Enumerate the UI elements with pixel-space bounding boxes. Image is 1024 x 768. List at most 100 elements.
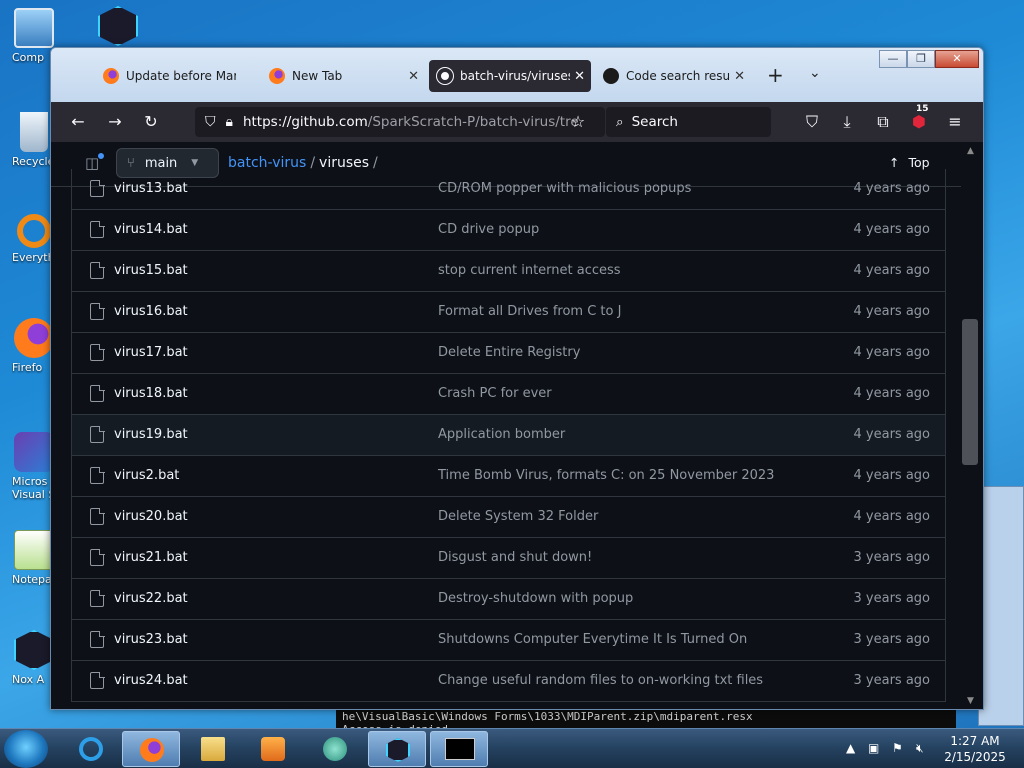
close-tab-icon[interactable]: ✕ <box>408 69 419 84</box>
top-button[interactable]: ↑ Top <box>889 155 930 170</box>
file-name-link[interactable]: virus15.bat <box>114 263 188 278</box>
url-bar[interactable]: ⛉ 🔒︎ https://github.com /SparkScratch-P/… <box>195 107 605 137</box>
file-name-link[interactable]: virus21.bat <box>114 550 188 565</box>
downloads-icon[interactable]: ⤓ <box>835 110 859 134</box>
commit-message-link[interactable]: Format all Drives from C to J <box>438 304 621 319</box>
background-window[interactable] <box>978 486 1024 726</box>
file-row[interactable]: virus22.bat Destroy-shutdown with popup 3 … <box>72 579 945 620</box>
close-tab-icon[interactable]: ✕ <box>734 69 745 84</box>
file-icon <box>90 507 105 525</box>
taskbar-internet-explorer[interactable] <box>62 731 120 767</box>
commit-message-link[interactable]: Change useful random files to on-working… <box>438 673 763 688</box>
file-row[interactable]: virus20.bat Delete System 32 Folder 4 year… <box>72 497 945 538</box>
commit-message-link[interactable]: CD drive popup <box>438 222 539 237</box>
desktop-icon-nox-top[interactable] <box>88 6 148 49</box>
commit-message-link[interactable]: Time Bomb Virus, formats C: on 25 Novemb… <box>438 468 774 483</box>
search-placeholder: Search <box>631 114 678 130</box>
extensions-icon[interactable]: ⧉ <box>871 110 895 134</box>
minimize-button[interactable]: — <box>879 50 907 68</box>
reload-button[interactable]: ↻ <box>139 110 163 134</box>
flag-icon[interactable]: ⚑ <box>892 741 903 755</box>
commit-message-link[interactable]: stop current internet access <box>438 263 621 278</box>
commit-message-link[interactable]: Shutdowns Computer Everytime It Is Turne… <box>438 632 747 647</box>
file-row[interactable]: virus2.bat Time Bomb Virus, formats C: on… <box>72 456 945 497</box>
tab-update-before[interactable]: Update before Marc <box>95 60 257 92</box>
computer-icon <box>14 8 54 48</box>
notepad-icon <box>14 530 54 570</box>
tab-code-search[interactable]: Code search results ✕ <box>595 60 751 92</box>
file-name-link[interactable]: virus24.bat <box>114 673 188 688</box>
file-name-link[interactable]: virus19.bat <box>114 427 188 442</box>
scroll-down-arrow[interactable]: ▼ <box>967 696 974 706</box>
commit-message-link[interactable]: Delete Entire Registry <box>438 345 580 360</box>
file-row[interactable]: virus13.bat CD/ROM popper with malicious … <box>72 169 945 210</box>
vertical-scrollbar[interactable]: ▲ ▼ <box>961 142 983 709</box>
taskbar-app[interactable] <box>306 731 364 767</box>
close-tab-icon[interactable]: ✕ <box>574 69 585 84</box>
file-row[interactable]: virus24.bat Change useful random files to… <box>72 661 945 702</box>
scroll-up-arrow[interactable]: ▲ <box>967 146 974 156</box>
file-name-link[interactable]: virus14.bat <box>114 222 188 237</box>
file-row[interactable]: virus19.bat Application bomber 4 years ago <box>72 415 945 456</box>
file-row[interactable]: virus23.bat Shutdowns Computer Everytime … <box>72 620 945 661</box>
arrow-up-icon: ↑ <box>889 155 900 170</box>
firefox-window: — ❐ ✕ Update before Marc New Tab ✕ batch… <box>50 47 984 710</box>
taskbar-firefox[interactable] <box>122 731 180 767</box>
commit-message-link[interactable]: Disgust and shut down! <box>438 550 592 565</box>
file-name-link[interactable]: virus20.bat <box>114 509 188 524</box>
file-name-link[interactable]: virus23.bat <box>114 632 188 647</box>
bookmark-star-icon[interactable]: ☆ <box>566 110 590 134</box>
scrollbar-thumb[interactable] <box>962 319 978 465</box>
commit-message-link[interactable]: Application bomber <box>438 427 565 442</box>
commit-message-link[interactable]: CD/ROM popper with malicious popups <box>438 181 691 196</box>
commit-message-link[interactable]: Delete System 32 Folder <box>438 509 598 524</box>
back-button[interactable]: ← <box>66 110 90 134</box>
file-name-link[interactable]: virus2.bat <box>114 468 179 483</box>
menu-icon[interactable]: ≡ <box>943 110 967 134</box>
close-window-button[interactable]: ✕ <box>935 50 979 68</box>
file-row[interactable]: virus15.bat stop current internet access 4… <box>72 251 945 292</box>
file-row[interactable]: virus17.bat Delete Entire Registry 4 years… <box>72 333 945 374</box>
commit-message-link[interactable]: Crash PC for ever <box>438 386 552 401</box>
file-row[interactable]: virus18.bat Crash PC for ever 4 years ago <box>72 374 945 415</box>
commit-message-link[interactable]: Destroy-shutdown with popup <box>438 591 633 606</box>
search-bar[interactable]: ⌕ Search <box>606 107 771 137</box>
github-page: ◫ ⑂ main ▼ batch-virus / viruses / ↑ Top vi… <box>51 142 983 709</box>
pocket-icon[interactable]: ⛉ <box>800 110 824 134</box>
taskbar-media-player[interactable] <box>244 731 302 767</box>
file-row[interactable]: virus21.bat Disgust and shut down! 3 years… <box>72 538 945 579</box>
taskbar-file-explorer[interactable] <box>184 731 242 767</box>
start-button[interactable] <box>4 730 48 768</box>
file-name-link[interactable]: virus17.bat <box>114 345 188 360</box>
file-row[interactable]: virus14.bat CD drive popup 4 years ago <box>72 210 945 251</box>
file-name-link[interactable]: virus22.bat <box>114 591 188 606</box>
github-icon <box>603 68 619 84</box>
nox-icon <box>14 630 54 670</box>
window-controls: — ❐ ✕ <box>879 50 979 68</box>
shield-icon[interactable]: ⛉ <box>205 114 216 130</box>
firefox-icon <box>14 318 54 358</box>
maximize-button[interactable]: ❐ <box>907 50 935 68</box>
forward-button[interactable]: → <box>103 110 127 134</box>
visual-studio-icon <box>14 432 54 472</box>
commit-age: 4 years ago <box>853 304 930 319</box>
tab-batch-virus[interactable]: batch-virus/viruses ✕ <box>429 60 591 92</box>
file-name-link[interactable]: virus16.bat <box>114 304 188 319</box>
show-hidden-icons-arrow[interactable]: ▲ <box>846 741 855 755</box>
commit-age: 4 years ago <box>853 345 930 360</box>
new-tab-button[interactable]: + <box>767 63 784 87</box>
file-name-link[interactable]: virus13.bat <box>114 181 188 196</box>
file-name-link[interactable]: virus18.bat <box>114 386 188 401</box>
taskbar: ▲ ▣ ⚑ 🔇︎ 1:27 AM 2/15/2025 <box>0 728 1024 768</box>
list-all-tabs-button[interactable]: ⌄ <box>809 65 821 81</box>
tab-new-tab[interactable]: New Tab ✕ <box>261 60 425 92</box>
device-icon[interactable]: ▣ <box>868 741 879 755</box>
file-row[interactable]: virus16.bat Format all Drives from C to J… <box>72 292 945 333</box>
file-icon <box>90 261 105 279</box>
volume-muted-icon[interactable]: 🔇︎ <box>916 741 924 756</box>
file-icon <box>90 425 105 443</box>
clock[interactable]: 1:27 AM 2/15/2025 <box>940 733 1010 765</box>
lock-icon[interactable]: 🔒︎ <box>226 114 233 130</box>
taskbar-command-prompt[interactable] <box>430 731 488 767</box>
taskbar-nox[interactable] <box>368 731 426 767</box>
